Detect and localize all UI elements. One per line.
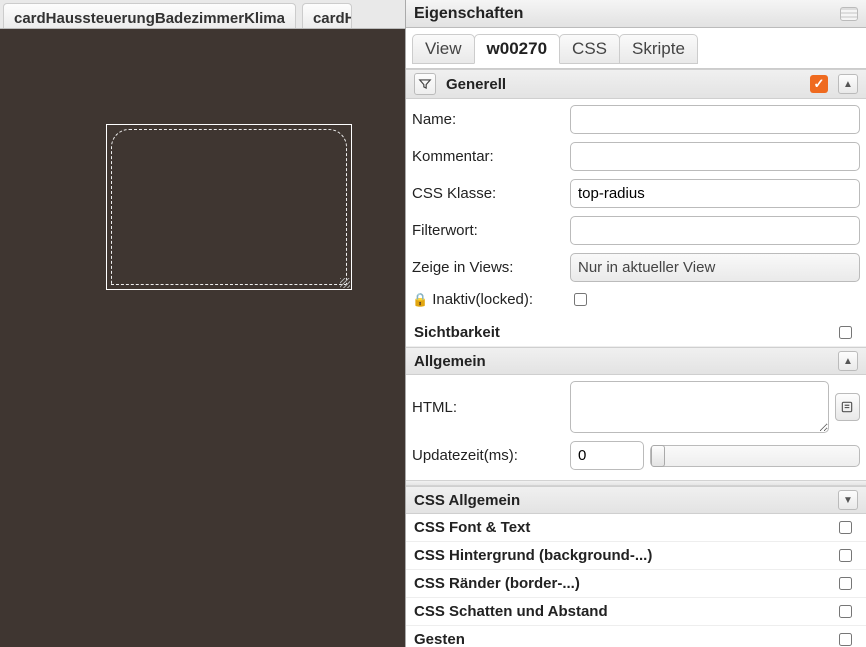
updatezeit-label: Updatezeit(ms): — [412, 447, 570, 464]
properties-body: Generell ✓ ▲ Name: Kommentar: CSS Klasse… — [406, 69, 866, 647]
subtab-view[interactable]: View — [412, 34, 475, 64]
inactive-checkbox[interactable] — [574, 293, 587, 306]
view-stage[interactable] — [0, 29, 405, 647]
selected-widget[interactable] — [106, 124, 352, 290]
collapse-allgemein-button[interactable]: ▲ — [838, 351, 858, 371]
subtab-widget[interactable]: w00270 — [474, 34, 561, 64]
section-head-sichtbarkeit[interactable]: Sichtbarkeit — [406, 319, 866, 347]
css-class-label: CSS Klasse: — [412, 185, 570, 202]
css-font-checkbox[interactable] — [839, 521, 852, 534]
allgemein-form: HTML: Updatezeit(ms): — [406, 375, 866, 480]
section-head-css-bg[interactable]: CSS Hintergrund (background-...) — [406, 542, 866, 570]
properties-panel: Eigenschaften View w00270 CSS Skripte Ge… — [405, 0, 866, 647]
updatezeit-slider[interactable] — [650, 445, 860, 467]
section-title-css-font: CSS Font & Text — [414, 519, 530, 536]
drag-grip-icon[interactable] — [840, 7, 858, 21]
widget-dashed-outline — [111, 129, 347, 285]
name-label: Name: — [412, 111, 570, 128]
properties-title: Eigenschaften — [414, 5, 523, 23]
css-bg-checkbox[interactable] — [839, 549, 852, 562]
expand-css-allgemein-button[interactable]: ▼ — [838, 490, 858, 510]
collapse-generell-button[interactable]: ▲ — [838, 74, 858, 94]
filter-icon — [414, 73, 436, 95]
section-title-css-allgemein: CSS Allgemein — [414, 492, 520, 509]
section-head-css-allgemein[interactable]: CSS Allgemein ▼ — [406, 486, 866, 514]
comment-input[interactable] — [570, 142, 860, 171]
comment-label: Kommentar: — [412, 148, 570, 165]
css-class-input[interactable] — [570, 179, 860, 208]
generell-form: Name: Kommentar: CSS Klasse: Filterwort:… — [406, 99, 866, 319]
view-tabbar: cardHaussteuerungBadezimmerKlima cardH — [0, 0, 405, 29]
resize-handle-icon[interactable] — [340, 278, 350, 288]
updatezeit-input[interactable] — [570, 441, 644, 470]
section-title-gestures: Gesten — [414, 631, 465, 647]
view-tab-2[interactable]: cardH — [302, 3, 352, 28]
css-shadow-checkbox[interactable] — [839, 605, 852, 618]
section-head-gestures[interactable]: Gesten — [406, 626, 866, 647]
section-title-css-shadow: CSS Schatten und Abstand — [414, 603, 608, 620]
section-title-allgemein: Allgemein — [414, 353, 486, 370]
section-head-css-border[interactable]: CSS Ränder (border-...) — [406, 570, 866, 598]
subtab-scripts[interactable]: Skripte — [619, 34, 698, 64]
inactive-label: Inaktiv(locked): — [432, 291, 533, 308]
section-head-css-font[interactable]: CSS Font & Text — [406, 514, 866, 542]
section-title-sichtbarkeit: Sichtbarkeit — [414, 324, 500, 341]
section-title-css-bg: CSS Hintergrund (background-...) — [414, 547, 652, 564]
show-in-views-select[interactable]: Nur in aktueller View — [570, 253, 860, 282]
html-label: HTML: — [412, 399, 570, 416]
properties-subtabs: View w00270 CSS Skripte — [406, 28, 866, 69]
properties-header: Eigenschaften — [406, 0, 866, 28]
filterword-input[interactable] — [570, 216, 860, 245]
html-edit-button[interactable] — [835, 393, 860, 421]
css-border-checkbox[interactable] — [839, 577, 852, 590]
html-textarea[interactable] — [570, 381, 829, 433]
filterword-label: Filterwort: — [412, 222, 570, 239]
section-head-css-shadow[interactable]: CSS Schatten und Abstand — [406, 598, 866, 626]
name-input[interactable] — [570, 105, 860, 134]
canvas-column: cardHaussteuerungBadezimmerKlima cardH — [0, 0, 405, 647]
gestures-checkbox[interactable] — [839, 633, 852, 646]
section-head-allgemein[interactable]: Allgemein ▲ — [406, 347, 866, 375]
subtab-css[interactable]: CSS — [559, 34, 620, 64]
show-in-views-label: Zeige in Views: — [412, 259, 570, 276]
lock-icon: 🔒 — [412, 292, 428, 308]
section-title-css-border: CSS Ränder (border-...) — [414, 575, 580, 592]
slider-thumb-icon[interactable] — [651, 445, 665, 467]
sichtbarkeit-checkbox[interactable] — [839, 326, 852, 339]
section-flag-generell[interactable]: ✓ — [810, 75, 828, 93]
section-title-generell: Generell — [446, 76, 506, 93]
view-tab-1[interactable]: cardHaussteuerungBadezimmerKlima — [3, 3, 296, 28]
section-head-generell[interactable]: Generell ✓ ▲ — [406, 69, 866, 99]
